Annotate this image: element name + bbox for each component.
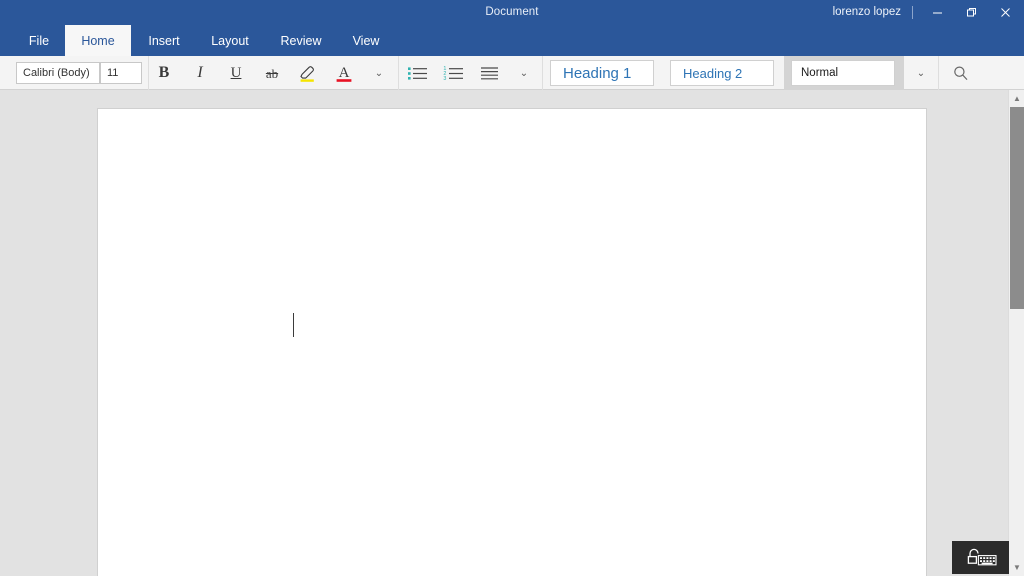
italic-button[interactable]: I	[185, 56, 215, 90]
scrollbar-thumb[interactable]	[1010, 107, 1024, 309]
tab-review[interactable]: Review	[268, 25, 334, 56]
tab-view[interactable]: View	[340, 25, 392, 56]
vertical-scrollbar[interactable]: ▲ ▼	[1008, 90, 1024, 576]
chevron-down-icon: ⌄	[916, 67, 926, 79]
ribbon-toolbar: Calibri (Body) 11 B I U ab A ⌄ 1 2 3 ⌄ H…	[0, 56, 1024, 90]
ribbon-divider	[398, 56, 399, 90]
font-color-button[interactable]: A	[329, 56, 359, 90]
style-normal[interactable]: Normal	[791, 60, 895, 86]
paragraph-options-expand-button[interactable]: ⌄	[511, 56, 537, 90]
strikethrough-icon: ab	[265, 65, 279, 81]
font-size-input[interactable]: 11	[100, 62, 142, 84]
search-icon	[953, 65, 967, 80]
align-text-button[interactable]	[474, 56, 504, 90]
style-heading-1[interactable]: Heading 1	[550, 60, 654, 86]
styles-expand-button[interactable]: ⌄	[908, 56, 934, 90]
font-name-input[interactable]: Calibri (Body)	[16, 62, 100, 84]
tab-home[interactable]: Home	[65, 25, 131, 56]
account-name[interactable]: lorenzo lopez	[833, 0, 901, 25]
font-color-icon: A	[336, 65, 352, 82]
tab-layout[interactable]: Layout	[198, 25, 262, 56]
highlight-color-button[interactable]	[293, 56, 323, 90]
bold-icon: B	[158, 64, 170, 81]
close-button[interactable]	[988, 0, 1022, 25]
style-heading-2[interactable]: Heading 2	[670, 60, 774, 86]
minimize-button[interactable]	[920, 0, 954, 25]
italic-icon: I	[197, 64, 203, 81]
font-options-expand-button[interactable]: ⌄	[366, 56, 392, 90]
tab-insert[interactable]: Insert	[136, 25, 192, 56]
svg-text:A: A	[339, 65, 350, 81]
document-page[interactable]	[98, 109, 926, 576]
align-left-icon	[480, 66, 498, 79]
word-app-window: Document lorenzo lopez File Home Insert …	[0, 0, 1024, 576]
chevron-down-icon: ⌄	[374, 67, 384, 79]
underline-icon: U	[230, 64, 242, 81]
restore-button[interactable]	[954, 0, 988, 25]
title-divider	[912, 6, 913, 19]
underline-button[interactable]: U	[221, 56, 251, 90]
scroll-down-button[interactable]: ▼	[1009, 559, 1024, 576]
chevron-down-icon: ⌄	[519, 67, 529, 79]
title-bar: Document lorenzo lopez	[0, 0, 1024, 25]
bold-button[interactable]: B	[149, 56, 179, 90]
numbered-list-icon: 1 2 3	[443, 66, 463, 82]
ribbon-divider	[542, 56, 543, 90]
strikethrough-button[interactable]: ab	[257, 56, 287, 90]
svg-text:3: 3	[443, 76, 446, 82]
keyboard-icon	[967, 548, 997, 565]
text-caret	[293, 313, 294, 337]
scroll-up-button[interactable]: ▲	[1009, 90, 1024, 107]
tab-file[interactable]: File	[20, 25, 58, 56]
touch-keyboard-button[interactable]	[952, 541, 1009, 574]
search-button[interactable]	[944, 56, 976, 90]
ribbon-tab-strip: File Home Insert Layout Review View	[0, 25, 1024, 73]
ribbon-divider	[938, 56, 939, 90]
bulleted-list-icon	[407, 66, 427, 80]
bulleted-list-button[interactable]	[402, 56, 432, 90]
highlighter-icon	[300, 66, 314, 82]
numbered-list-button[interactable]: 1 2 3	[438, 56, 468, 90]
